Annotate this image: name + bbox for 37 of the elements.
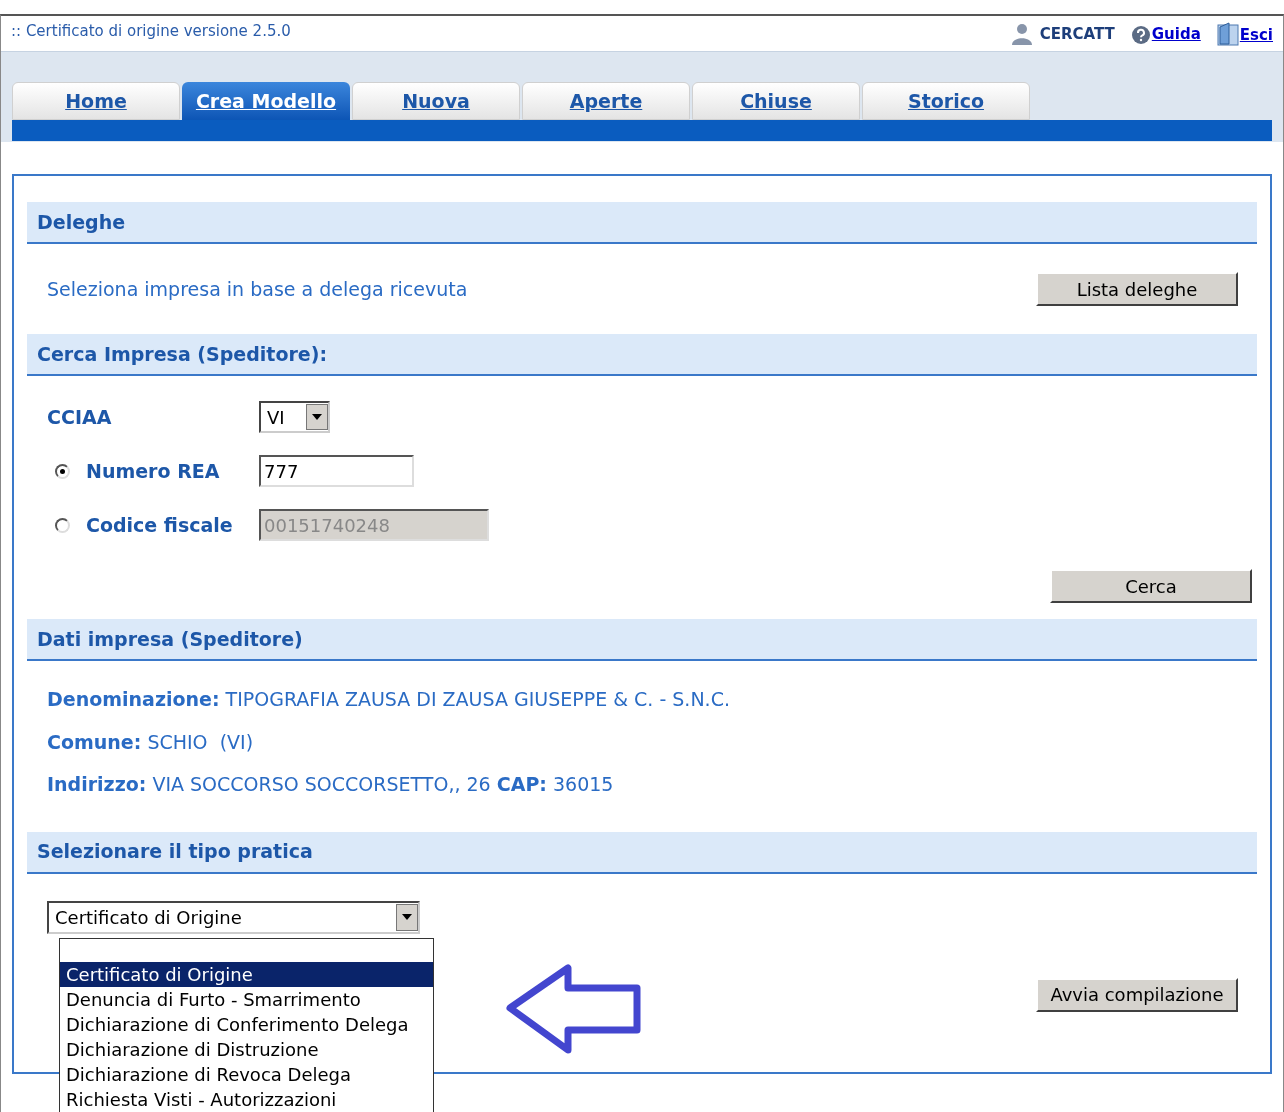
nav-tab[interactable]: Crea Modello [182, 82, 350, 120]
dropdown-option[interactable]: Dichiarazione di Conferimento Delega [60, 1012, 433, 1037]
door-icon [1216, 22, 1239, 46]
user-name: CERCATT [1039, 23, 1115, 45]
dropdown-option[interactable]: Certificato di Origine [60, 962, 433, 987]
cciaa-select[interactable]: VI [259, 401, 330, 433]
company-detail: Comune: SCHIO (VI) [47, 729, 255, 755]
action-button[interactable]: Lista deleghe [1036, 272, 1238, 306]
field-label: CCIAA [47, 404, 113, 430]
radio-button[interactable] [55, 463, 70, 479]
field-label: Codice fiscale [86, 512, 233, 538]
nav-tab[interactable]: Chiuse [692, 82, 860, 120]
section-header: Selezionare il tipo pratica [27, 831, 1257, 874]
dropdown-option[interactable]: Richiesta Visti - Autorizzazioni [60, 1087, 433, 1112]
dropdown-option[interactable]: Dichiarazione di Distruzione [60, 1037, 433, 1062]
section-header: Deleghe [27, 202, 1257, 244]
help-icon [1130, 25, 1151, 46]
section-header: Dati impresa (Speditore) [27, 619, 1257, 661]
action-button[interactable]: Cerca [1050, 569, 1252, 603]
header-link[interactable]: Esci [1239, 23, 1273, 46]
deleghe-text: Seleziona impresa in base a delega ricevuta [47, 276, 468, 302]
section-header: Cerca Impresa (Speditore): [27, 334, 1257, 376]
nav-tab[interactable]: Storico [862, 82, 1030, 120]
action-button[interactable]: Avvia compilazione [1036, 977, 1238, 1012]
dropdown-option[interactable]: Denuncia di Furto - Smarrimento [60, 987, 433, 1012]
nav-tab[interactable]: Aperte [522, 82, 690, 120]
company-detail: Denominazione: TIPOGRAFIA ZAUSA DI ZAUSA GIUSEPPE & C. - S.N.C. [47, 687, 731, 712]
practice-select[interactable]: Certificato di Origine [47, 900, 420, 934]
header-link[interactable]: Guida [1151, 22, 1201, 46]
input-field[interactable]: 777 [259, 455, 414, 487]
nav-tab[interactable]: Nuova [352, 82, 520, 120]
nav-tab[interactable]: Home [12, 82, 180, 120]
company-detail: Indirizzo: VIA SOCCORSO SOCCORSETTO,, 26 CAP: 36015 [47, 772, 615, 797]
dropdown-option[interactable]: Dichiarazione di Revoca Delega [60, 1062, 433, 1087]
app-title: :: Certificato di origine versione 2.5.0 [11, 21, 291, 42]
field-label: Numero REA [86, 458, 220, 484]
user-icon [1009, 22, 1034, 46]
